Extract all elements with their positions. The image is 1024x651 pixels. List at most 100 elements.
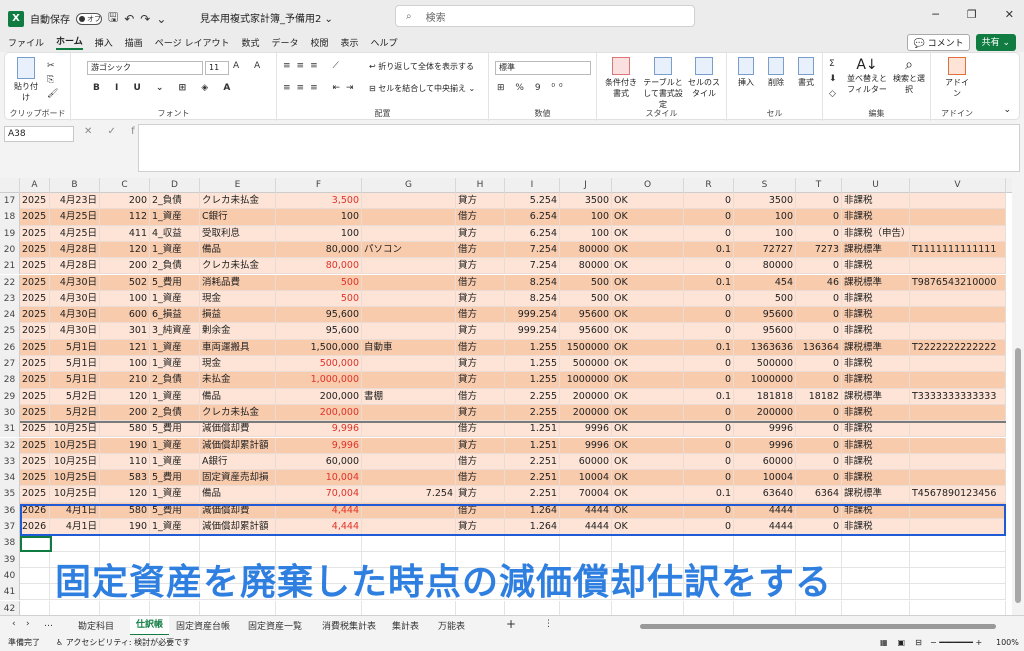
cell[interactable]: 課税標準: [842, 486, 910, 503]
cell[interactable]: [362, 470, 456, 487]
cell[interactable]: 課税標準: [842, 388, 910, 405]
cell[interactable]: 1.255: [505, 356, 560, 373]
cell[interactable]: OK: [612, 209, 684, 226]
cell[interactable]: 10月25日: [50, 437, 100, 454]
cell[interactable]: [910, 372, 1006, 389]
delete-cells-button[interactable]: 削除: [763, 57, 789, 88]
cell[interactable]: 0.1: [684, 274, 734, 291]
cell[interactable]: 5月2日: [50, 404, 100, 422]
cell[interactable]: 9996: [734, 421, 796, 438]
cell[interactable]: 現金: [200, 290, 276, 308]
cell[interactable]: 2025: [20, 258, 50, 275]
cell[interactable]: 100: [276, 225, 362, 242]
cell[interactable]: 1.255: [505, 372, 560, 389]
menu-tab-4[interactable]: ページ レイアウト: [155, 36, 230, 49]
sheet-tab[interactable]: 固定資産一覧: [248, 619, 302, 632]
cell[interactable]: 411: [100, 225, 150, 242]
merge-center-button[interactable]: ⊟ セルを結合して中央揃え ⌄: [369, 83, 475, 94]
cell[interactable]: 500000: [560, 356, 612, 373]
cell[interactable]: 9996: [560, 437, 612, 454]
cell[interactable]: [796, 535, 842, 552]
share-button[interactable]: 共有 ⌄: [975, 34, 1016, 51]
cell[interactable]: [362, 323, 456, 340]
cell[interactable]: 120: [100, 388, 150, 405]
cell[interactable]: 2025: [20, 470, 50, 487]
comment-button[interactable]: 💬 コメント: [907, 34, 970, 51]
cell[interactable]: [50, 535, 100, 552]
cell[interactable]: [276, 535, 362, 552]
column-header[interactable]: S: [734, 178, 796, 193]
cell[interactable]: 非課税: [842, 437, 910, 454]
cell[interactable]: [842, 600, 910, 615]
cell[interactable]: 備品: [200, 486, 276, 503]
cell[interactable]: 10,004: [276, 470, 362, 487]
cell[interactable]: 2025: [20, 225, 50, 242]
cell[interactable]: 減価償却費: [200, 421, 276, 438]
cell[interactable]: 999.254: [505, 323, 560, 340]
cell[interactable]: 0: [796, 307, 842, 324]
search-box[interactable]: ⌕ 検索: [395, 5, 695, 27]
cell[interactable]: 備品: [200, 388, 276, 405]
add-sheet-icon[interactable]: +: [506, 617, 516, 631]
column-header[interactable]: T: [796, 178, 842, 193]
cell[interactable]: クレカ未払金: [200, 258, 276, 275]
cell[interactable]: [20, 551, 50, 568]
cell[interactable]: 200,000: [276, 388, 362, 405]
cell[interactable]: 10004: [734, 470, 796, 487]
name-box[interactable]: A38: [4, 126, 74, 142]
cell[interactable]: クレカ未払金: [200, 193, 276, 210]
cell[interactable]: 0: [684, 372, 734, 389]
insert-cells-button[interactable]: 挿入: [733, 57, 759, 88]
cell[interactable]: 0: [684, 323, 734, 340]
cell[interactable]: 583: [100, 470, 150, 487]
minimize-icon[interactable]: ─: [932, 8, 939, 21]
row-header[interactable]: 32: [0, 437, 20, 454]
cell[interactable]: 1_資産: [150, 339, 200, 356]
sheet-tab[interactable]: 消費税集計表: [322, 619, 376, 632]
cell[interactable]: 2025: [20, 290, 50, 308]
cell[interactable]: 5_費用: [150, 470, 200, 487]
cell[interactable]: OK: [612, 421, 684, 438]
cell[interactable]: 7273: [796, 241, 842, 259]
cell-styles-button[interactable]: セルのスタイル: [687, 57, 721, 99]
cell[interactable]: 0: [684, 404, 734, 422]
cell[interactable]: 6364: [796, 486, 842, 503]
cell[interactable]: [362, 453, 456, 471]
cell[interactable]: 1_資産: [150, 453, 200, 471]
cell[interactable]: 454: [734, 274, 796, 291]
clipboard-tools[interactable]: ✂ ⎘ 🖌: [47, 59, 65, 101]
cell[interactable]: [910, 258, 1006, 275]
cell[interactable]: 1_資産: [150, 486, 200, 503]
font-size-select[interactable]: 11: [205, 61, 229, 75]
cell[interactable]: 136364: [796, 339, 842, 356]
zoom-slider[interactable]: − ━━━━━━━ +: [930, 635, 982, 651]
cell[interactable]: [842, 584, 910, 601]
cell[interactable]: 0: [796, 372, 842, 389]
cell[interactable]: [910, 225, 1006, 242]
column-header[interactable]: B: [50, 178, 100, 193]
cell[interactable]: 10月25日: [50, 486, 100, 503]
cell[interactable]: [910, 453, 1006, 471]
cell[interactable]: 500,000: [276, 356, 362, 373]
cell[interactable]: 4月30日: [50, 274, 100, 291]
cell[interactable]: 1363636: [734, 339, 796, 356]
cell[interactable]: 2025: [20, 356, 50, 373]
cell[interactable]: 貸方: [456, 290, 505, 308]
cell[interactable]: 借方: [456, 388, 505, 405]
cell[interactable]: [362, 372, 456, 389]
menu-tab-8[interactable]: 表示: [341, 36, 359, 49]
cell[interactable]: 0: [684, 356, 734, 373]
cell[interactable]: 2.251: [505, 453, 560, 471]
cell[interactable]: 4月25日: [50, 225, 100, 242]
cell[interactable]: 95600: [734, 307, 796, 324]
cell[interactable]: OK: [612, 193, 684, 210]
cell[interactable]: 95600: [560, 323, 612, 340]
column-header[interactable]: U: [842, 178, 910, 193]
cell[interactable]: [910, 323, 1006, 340]
cell[interactable]: 借方: [456, 241, 505, 259]
column-header[interactable]: R: [684, 178, 734, 193]
row-header[interactable]: 26: [0, 339, 20, 356]
cell[interactable]: 80000: [560, 258, 612, 275]
cell[interactable]: [100, 535, 150, 552]
cell[interactable]: 100: [734, 209, 796, 226]
